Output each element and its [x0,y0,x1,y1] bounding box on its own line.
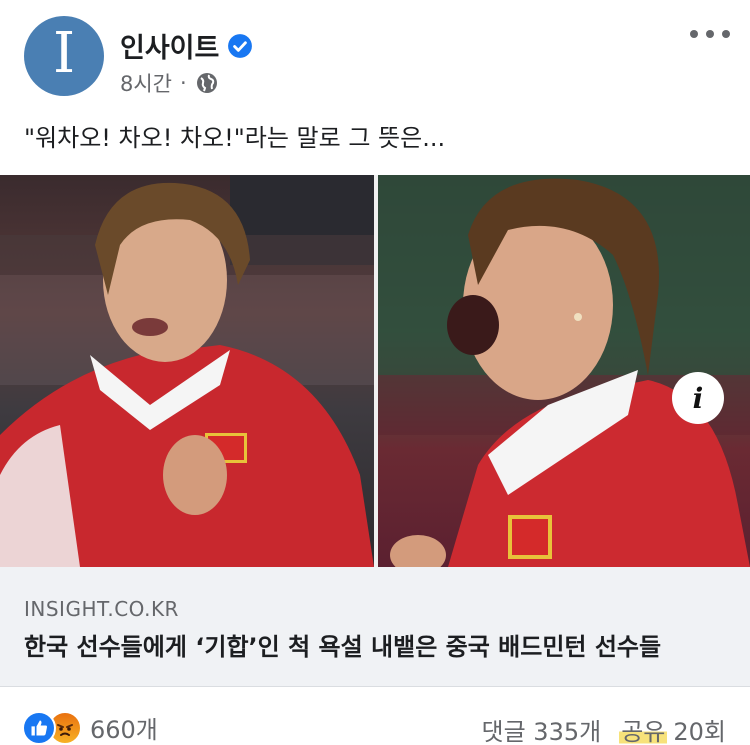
avatar-letter: I [52,21,76,86]
engagement-stats: 댓글 335개 공유 20회 [482,712,726,745]
link-domain: INSIGHT.CO.KR [24,597,179,621]
more-icon [690,30,698,38]
more-icon-dot [706,30,714,38]
page-name-label: 인사이트 [120,33,220,64]
share-label[interactable]: 공유 [619,712,668,745]
post-meta: 8시간 · [120,68,219,98]
photo-left [0,175,374,567]
post-time[interactable]: 8시간 [120,68,172,98]
link-preview[interactable]: INSIGHT.CO.KR 한국 선수들에게 ‘기합’인 척 욕설 내뱉은 중국… [0,567,750,687]
more-options-button[interactable] [690,22,730,46]
link-title: 한국 선수들에게 ‘기합’인 척 욕설 내뱉은 중국 배드민턴 선수들 [24,633,662,661]
athlete-photo-right [378,175,750,567]
athlete-photo-left [0,175,374,567]
info-icon[interactable]: i [672,372,724,424]
post-text: "워차오! 차오! 차오!"라는 말로 그 뜻은... [24,124,446,152]
info-icon-label: i [692,381,704,415]
share-count[interactable]: 20회 [673,712,726,745]
meta-separator: · [180,71,187,95]
post-footer: 660개 댓글 335개 공유 20회 [0,700,750,745]
post-media[interactable]: i [0,175,750,567]
more-icon-dot [722,30,730,38]
page-name[interactable]: 인사이트 [120,26,253,65]
globe-icon [196,73,217,93]
thumbs-up-icon [31,720,47,735]
reaction-count: 660개 [90,716,158,744]
verified-badge-icon [228,33,253,58]
page-avatar[interactable]: I [24,16,104,96]
photo-right [378,175,750,567]
reactions-summary[interactable]: 660개 [22,710,158,745]
like-reaction-icon [22,710,56,745]
post-header: I 인사이트 8시간 · [0,0,750,110]
comments-count[interactable]: 댓글 335개 [482,712,602,745]
